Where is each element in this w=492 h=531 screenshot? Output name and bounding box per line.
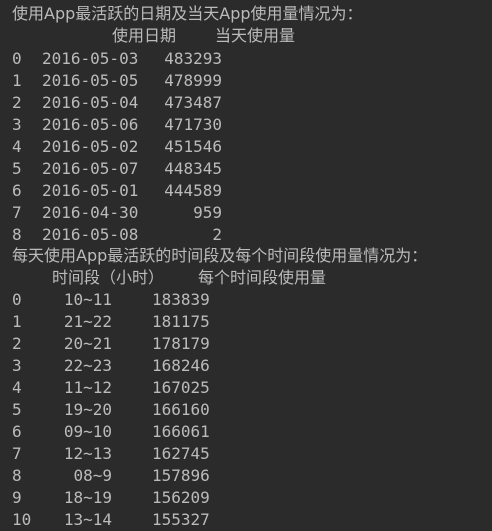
section2-header-row: 时间段（小时） 每个时间段使用量: [12, 267, 326, 289]
table-row: 7 2016-04-30 959: [12, 202, 482, 224]
row-count: 444589: [164, 181, 222, 200]
table-row: 6 2016-05-01 444589: [12, 180, 482, 202]
row-count: 478999: [164, 71, 222, 90]
table-row: 2 20~21 178179: [12, 333, 482, 355]
row-count: 166061: [152, 422, 210, 441]
row-period: 21~22: [63, 312, 112, 331]
table-row: 3 2016-05-06 471730: [12, 114, 482, 136]
row-period: 22~23: [63, 356, 112, 375]
row-date: 2016-04-30: [42, 203, 139, 222]
row-index: 10: [12, 510, 32, 529]
row-count: 155327: [152, 510, 210, 529]
row-period: 08~9: [73, 466, 112, 485]
console-output: 使用App最活跃的日期及当天App使用量情况为： 使用日期 当天使用量 0 201…: [0, 0, 492, 529]
row-count: 183839: [152, 290, 210, 309]
table-row: 6 09~10 166061: [12, 421, 482, 443]
row-period: 19~20: [63, 400, 112, 419]
row-count: 156209: [152, 488, 210, 507]
row-index: 7: [12, 203, 22, 222]
row-index: 4: [12, 378, 22, 397]
row-period: 10~11: [63, 290, 112, 309]
row-date: 2016-05-04: [42, 93, 139, 112]
section2-heading: 每天使用App最活跃的时间段及每个时间段使用量情况为：: [12, 246, 428, 265]
table-row: 10 13~14 155327: [12, 509, 482, 531]
table-row: 5 19~20 166160: [12, 399, 482, 421]
table-row: 5 2016-05-07 448345: [12, 158, 482, 180]
row-count: 483293: [164, 49, 222, 68]
row-count: 473487: [164, 93, 222, 112]
row-index: 5: [12, 159, 22, 178]
section1-heading: 使用App最活跃的日期及当天App使用量情况为：: [12, 4, 363, 23]
row-index: 2: [12, 93, 22, 112]
row-count: 178179: [152, 334, 210, 353]
table-row: 1 21~22 181175: [12, 311, 482, 333]
table-row: 8 2016-05-08 2: [12, 224, 482, 246]
column-header-period-count: 每个时间段使用量: [198, 268, 327, 287]
row-count: 448345: [164, 159, 222, 178]
row-index: 3: [12, 356, 22, 375]
row-period: 09~10: [63, 422, 112, 441]
column-header-date: 使用日期: [112, 26, 177, 45]
row-period: 11~12: [63, 378, 112, 397]
row-count: 166160: [152, 400, 210, 419]
row-period: 20~21: [63, 334, 112, 353]
row-date: 2016-05-02: [42, 137, 139, 156]
row-index: 8: [12, 466, 22, 485]
row-count: 959: [193, 203, 222, 222]
row-period: 13~14: [63, 510, 112, 529]
row-index: 8: [12, 225, 22, 244]
row-date: 2016-05-03: [42, 49, 139, 68]
table-row: 0 2016-05-03 483293: [12, 48, 482, 70]
row-index: 6: [12, 181, 22, 200]
row-index: 0: [12, 290, 22, 309]
column-header-period: 时间段（小时）: [52, 268, 165, 287]
row-count: 157896: [152, 466, 210, 485]
row-index: 2: [12, 334, 22, 353]
table-row: 1 2016-05-05 478999: [12, 70, 482, 92]
table-row: 8 08~9 157896: [12, 465, 482, 487]
row-index: 1: [12, 312, 22, 331]
row-date: 2016-05-06: [42, 115, 139, 134]
row-count: 168246: [152, 356, 210, 375]
row-count: 167025: [152, 378, 210, 397]
section1-header-row: 使用日期 当天使用量: [12, 25, 295, 47]
row-index: 5: [12, 400, 22, 419]
row-index: 4: [12, 137, 22, 156]
row-index: 1: [12, 71, 22, 90]
row-index: 0: [12, 49, 22, 68]
table-row: 3 22~23 168246: [12, 355, 482, 377]
row-date: 2016-05-05: [42, 71, 139, 90]
table-row: 4 11~12 167025: [12, 377, 482, 399]
row-count: 162745: [152, 444, 210, 463]
row-count: 181175: [152, 312, 210, 331]
row-index: 6: [12, 422, 22, 441]
row-period: 18~19: [63, 488, 112, 507]
row-count: 451546: [164, 137, 222, 156]
row-date: 2016-05-01: [42, 181, 139, 200]
row-date: 2016-05-08: [42, 225, 139, 244]
row-date: 2016-05-07: [42, 159, 139, 178]
table-row: 2 2016-05-04 473487: [12, 92, 482, 114]
table-row: 9 18~19 156209: [12, 487, 482, 509]
table-row: 0 10~11 183839: [12, 289, 482, 311]
row-index: 3: [12, 115, 22, 134]
column-header-count: 当天使用量: [215, 26, 296, 45]
row-count: 2: [212, 225, 222, 244]
table-row: 4 2016-05-02 451546: [12, 136, 482, 158]
row-index: 7: [12, 444, 22, 463]
table-row: 7 12~13 162745: [12, 443, 482, 465]
row-count: 471730: [164, 115, 222, 134]
row-period: 12~13: [63, 444, 112, 463]
row-index: 9: [12, 488, 22, 507]
